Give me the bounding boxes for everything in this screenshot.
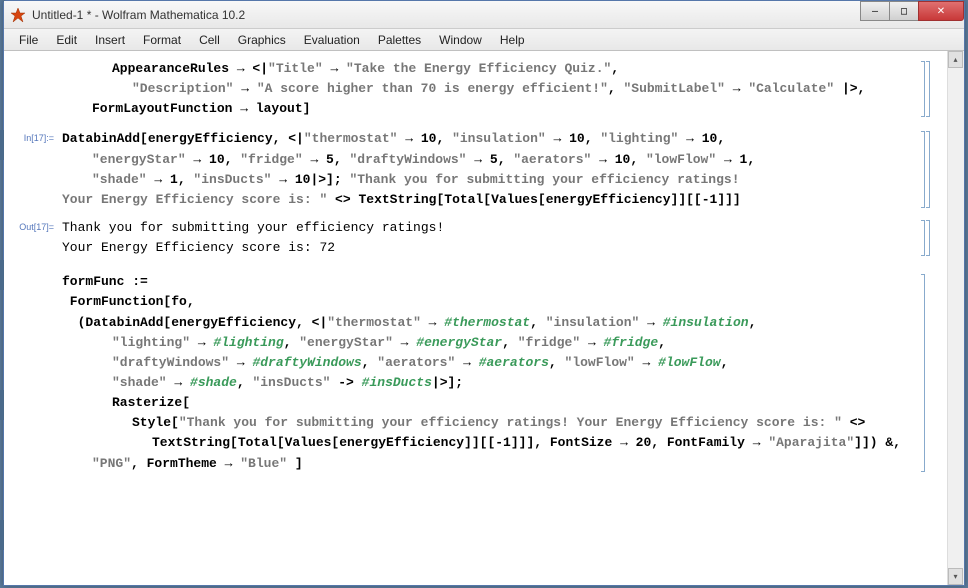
minimize-button[interactable]: — — [860, 1, 890, 21]
notebook[interactable]: AppearanceRules → <|"Title" → "Take the … — [4, 51, 947, 585]
cell-body-out17[interactable]: Thank you for submitting your efficiency… — [62, 218, 915, 258]
cell-formfunc[interactable]: formFunc := FormFunction[fo, (DatabinAdd… — [12, 272, 927, 473]
window-edge-hint — [0, 260, 4, 290]
vertical-scrollbar[interactable]: ▴ ▾ — [947, 51, 964, 585]
cell-label-empty — [12, 59, 62, 119]
window-controls: — □ ✕ — [861, 1, 964, 21]
content-area: AppearanceRules → <|"Title" → "Take the … — [4, 51, 964, 585]
menu-palettes[interactable]: Palettes — [369, 31, 430, 49]
cell-in17[interactable]: In[17]:= DatabinAdd[energyEfficiency, <|… — [12, 129, 927, 210]
menubar: File Edit Insert Format Cell Graphics Ev… — [4, 29, 964, 51]
cell-body-formfunc[interactable]: formFunc := FormFunction[fo, (DatabinAdd… — [62, 272, 915, 473]
menu-window[interactable]: Window — [430, 31, 491, 49]
cell-bracket[interactable] — [915, 129, 927, 210]
menu-cell[interactable]: Cell — [190, 31, 229, 49]
window-edge-hint — [0, 520, 4, 550]
menu-format[interactable]: Format — [134, 31, 190, 49]
cell-bracket[interactable] — [915, 272, 927, 473]
cell-out17[interactable]: Out[17]= Thank you for submitting your e… — [12, 218, 927, 258]
menu-evaluation[interactable]: Evaluation — [295, 31, 369, 49]
cell-label-empty — [12, 272, 62, 473]
menu-graphics[interactable]: Graphics — [229, 31, 295, 49]
scroll-up-icon[interactable]: ▴ — [948, 51, 963, 68]
menu-file[interactable]: File — [10, 31, 47, 49]
menu-insert[interactable]: Insert — [86, 31, 134, 49]
window-title: Untitled-1 * - Wolfram Mathematica 10.2 — [32, 8, 245, 22]
window-edge-hint — [0, 390, 4, 420]
cell-preamble[interactable]: AppearanceRules → <|"Title" → "Take the … — [12, 59, 927, 119]
cell-bracket[interactable] — [915, 218, 927, 258]
scroll-down-icon[interactable]: ▾ — [948, 568, 963, 585]
maximize-button[interactable]: □ — [889, 1, 919, 21]
menu-edit[interactable]: Edit — [47, 31, 86, 49]
out-label: Out[17]= — [12, 218, 62, 258]
cell-bracket[interactable] — [915, 59, 927, 119]
close-button[interactable]: ✕ — [918, 1, 964, 21]
titlebar[interactable]: Untitled-1 * - Wolfram Mathematica 10.2 … — [4, 1, 964, 29]
app-icon — [10, 7, 26, 23]
window-edge-hint — [0, 130, 4, 160]
cell-body-preamble[interactable]: AppearanceRules → <|"Title" → "Take the … — [62, 59, 915, 119]
in-label: In[17]:= — [12, 129, 62, 210]
main-window: Untitled-1 * - Wolfram Mathematica 10.2 … — [3, 0, 965, 586]
menu-help[interactable]: Help — [491, 31, 534, 49]
cell-body-in17[interactable]: DatabinAdd[energyEfficiency, <|"thermost… — [62, 129, 915, 210]
